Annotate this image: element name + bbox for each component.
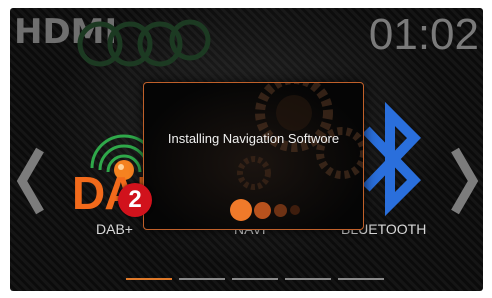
bluetooth-icon <box>362 101 421 217</box>
page-dash[interactable] <box>232 278 278 280</box>
page-dash[interactable] <box>338 278 384 280</box>
page-dash[interactable] <box>179 278 225 280</box>
loading-dot <box>254 202 271 219</box>
page-dash[interactable] <box>126 278 172 280</box>
infotainment-screen: HDMI 01:02 DAB DAB+ NAVI BL <box>10 8 483 291</box>
loading-dot <box>230 199 252 221</box>
status-bar: HDMI 01:02 <box>10 8 483 72</box>
chevron-left-icon[interactable] <box>14 146 46 216</box>
clock: 01:02 <box>368 10 479 59</box>
callout-badge: 2 <box>118 183 152 217</box>
loading-dot <box>274 204 287 217</box>
tile-label-dab: DAB+ <box>96 221 133 237</box>
loading-dots-icon <box>230 195 330 225</box>
page-dash[interactable] <box>285 278 331 280</box>
loading-dot <box>290 205 300 215</box>
page-indicator <box>126 278 386 282</box>
background-logo-icon <box>77 19 211 67</box>
install-dialog: Installing Navigation Softwore <box>143 82 364 230</box>
dialog-message: Installing Navigation Softwore <box>167 131 340 146</box>
chevron-right-icon[interactable] <box>449 146 481 216</box>
